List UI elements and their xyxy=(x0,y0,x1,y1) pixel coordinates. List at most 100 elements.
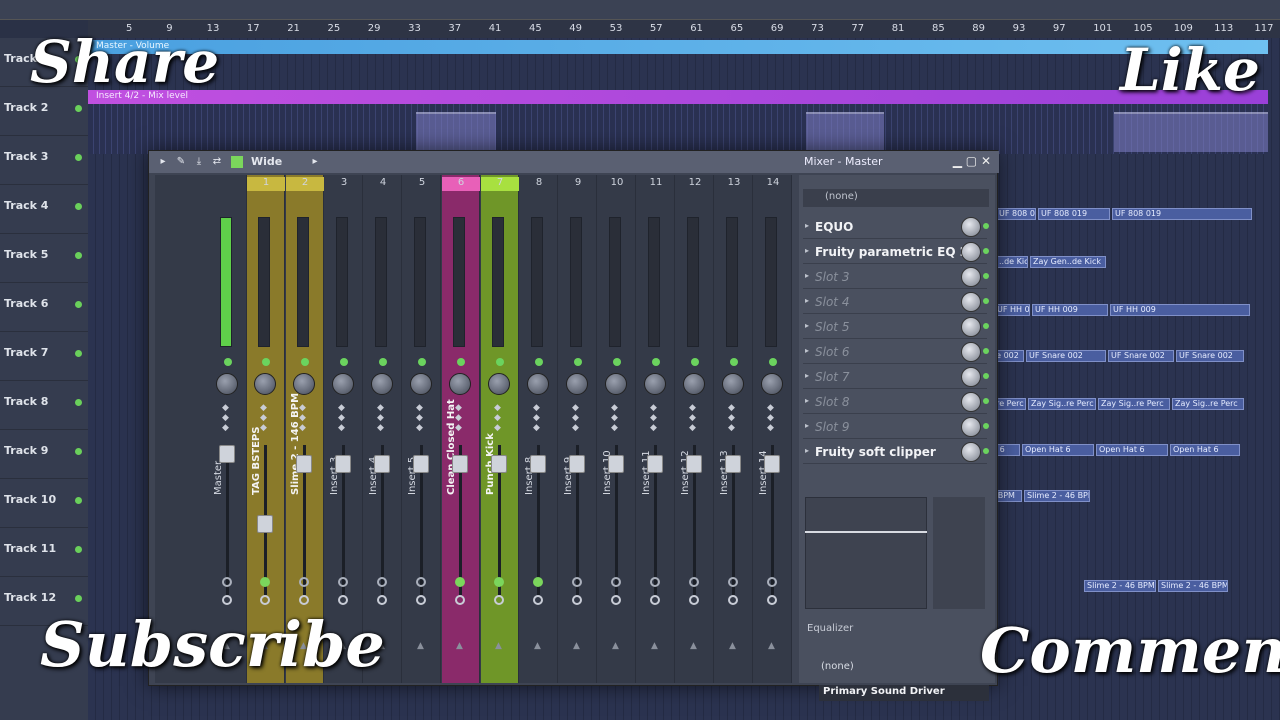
eq-faders[interactable] xyxy=(933,497,985,609)
output-driver-select[interactable]: Primary Sound Driver xyxy=(819,685,989,701)
slot-enable-icon[interactable] xyxy=(983,373,989,379)
fx-slot[interactable]: ▸ Slot 9 xyxy=(803,415,989,439)
mute-led-icon[interactable] xyxy=(769,358,777,366)
pan-knob[interactable] xyxy=(644,373,666,395)
stereo-separation-icon[interactable]: ◆ ◆ ◆ xyxy=(650,403,657,433)
chevron-up-icon[interactable]: ▲ xyxy=(768,641,775,651)
slot-menu-icon[interactable]: ▸ xyxy=(805,321,809,330)
slot-enable-icon[interactable] xyxy=(983,273,989,279)
stereo-separation-icon[interactable]: ◆ ◆ ◆ xyxy=(416,403,423,433)
solo-icon[interactable] xyxy=(689,595,699,605)
mute-led-icon[interactable] xyxy=(652,358,660,366)
pattern-clip[interactable]: ..de Kick xyxy=(996,256,1028,268)
mix-level-knob[interactable] xyxy=(961,417,981,437)
route-to-master-icon[interactable] xyxy=(455,577,465,587)
fx-slot[interactable]: ▸ Fruity soft clipper xyxy=(803,440,989,464)
mixer-strip-insert-14[interactable]: 14 Insert 14 ◆ ◆ ◆ ▲ xyxy=(754,175,792,683)
slot-menu-icon[interactable]: ▸ xyxy=(805,371,809,380)
mute-led-icon[interactable] xyxy=(574,358,582,366)
mute-led-icon[interactable] xyxy=(340,358,348,366)
pan-knob[interactable] xyxy=(449,373,471,395)
pattern-clip[interactable]: UF 808 019 xyxy=(1112,208,1252,220)
window-controls[interactable]: ▁ ▢ ✕ xyxy=(953,154,991,168)
mixer-strip-insert-1[interactable]: 1 TAG BSTEPS ◆ ◆ ◆ ▲ xyxy=(247,175,285,683)
pattern-clip[interactable]: Zay Sig..re Perc xyxy=(1098,398,1170,410)
route-to-master-icon[interactable] xyxy=(338,577,348,587)
chevron-up-icon[interactable]: ▲ xyxy=(534,641,541,651)
slot-menu-icon[interactable]: ▸ xyxy=(805,246,809,255)
solo-icon[interactable] xyxy=(611,595,621,605)
volume-fader[interactable] xyxy=(764,455,780,473)
volume-fader[interactable] xyxy=(530,455,546,473)
slot-enable-icon[interactable] xyxy=(983,323,989,329)
mute-led-icon[interactable] xyxy=(535,358,543,366)
chevron-up-icon[interactable]: ▲ xyxy=(651,641,658,651)
slot-menu-icon[interactable]: ▸ xyxy=(805,221,809,230)
solo-icon[interactable] xyxy=(650,595,660,605)
fx-input-select[interactable]: (none) xyxy=(803,189,989,207)
pattern-clip[interactable]: Zay Sig..re Perc xyxy=(1028,398,1096,410)
slot-menu-icon[interactable]: ▸ xyxy=(805,346,809,355)
stereo-separation-icon[interactable]: ◆ ◆ ◆ xyxy=(533,403,540,433)
volume-fader[interactable] xyxy=(374,455,390,473)
track-led-icon[interactable] xyxy=(75,350,82,357)
pattern-clip[interactable]: UF Snare 002 xyxy=(1026,350,1106,362)
track-led-icon[interactable] xyxy=(75,497,82,504)
tool-icon[interactable]: ✎ xyxy=(175,156,187,168)
volume-fader[interactable] xyxy=(335,455,351,473)
mixer-strip-insert-7[interactable]: 7 Punch Kick ◆ ◆ ◆ ▲ xyxy=(481,175,519,683)
route-to-master-icon[interactable] xyxy=(533,577,543,587)
audio-clip[interactable]: Slime 2 - 46 BPM xyxy=(1158,580,1228,592)
mixer-strip-insert-10[interactable]: 10 Insert 10 ◆ ◆ ◆ ▲ xyxy=(598,175,636,683)
mix-level-knob[interactable] xyxy=(961,392,981,412)
track-header[interactable]: Track 4 xyxy=(0,185,88,234)
mix-level-knob[interactable] xyxy=(961,342,981,362)
pattern-clip[interactable]: UF Snare 002 xyxy=(1176,350,1244,362)
view-mode-icon[interactable] xyxy=(231,156,243,168)
pattern-clip[interactable]: Open Hat 6 xyxy=(1022,444,1094,456)
track-header[interactable]: Track 10 xyxy=(0,479,88,528)
pan-knob[interactable] xyxy=(683,373,705,395)
route-to-master-icon[interactable] xyxy=(767,577,777,587)
chevron-right-icon[interactable]: ▸ xyxy=(309,156,321,168)
route-to-master-icon[interactable] xyxy=(494,577,504,587)
volume-fader[interactable] xyxy=(608,455,624,473)
pan-knob[interactable] xyxy=(371,373,393,395)
track-header[interactable]: Track 5 xyxy=(0,234,88,283)
pan-knob[interactable] xyxy=(216,373,238,395)
automation-clip-master-volume[interactable]: Master - Volume xyxy=(88,40,1268,54)
route-to-master-icon[interactable] xyxy=(416,577,426,587)
chevron-up-icon[interactable]: ▲ xyxy=(417,641,424,651)
mute-led-icon[interactable] xyxy=(301,358,309,366)
solo-icon[interactable] xyxy=(338,595,348,605)
stereo-separation-icon[interactable]: ◆ ◆ ◆ xyxy=(494,403,501,433)
route-to-master-icon[interactable] xyxy=(222,577,232,587)
solo-icon[interactable] xyxy=(494,595,504,605)
mix-level-knob[interactable] xyxy=(961,317,981,337)
route-to-master-icon[interactable] xyxy=(611,577,621,587)
slot-enable-icon[interactable] xyxy=(983,398,989,404)
slot-menu-icon[interactable]: ▸ xyxy=(805,421,809,430)
route-to-master-icon[interactable] xyxy=(572,577,582,587)
volume-fader[interactable] xyxy=(296,455,312,473)
output-select[interactable]: (none) xyxy=(821,661,854,672)
fx-slot[interactable]: ▸ Slot 6 xyxy=(803,340,989,364)
mute-led-icon[interactable] xyxy=(496,358,504,366)
slot-enable-icon[interactable] xyxy=(983,248,989,254)
pattern-clip[interactable]: Open Hat 6 xyxy=(1170,444,1240,456)
volume-fader[interactable] xyxy=(725,455,741,473)
fx-slot[interactable]: ▸ Slot 5 xyxy=(803,315,989,339)
mix-level-knob[interactable] xyxy=(961,442,981,462)
pan-knob[interactable] xyxy=(293,373,315,395)
track-led-icon[interactable] xyxy=(75,399,82,406)
volume-fader[interactable] xyxy=(219,445,235,463)
slot-enable-icon[interactable] xyxy=(983,223,989,229)
pan-knob[interactable] xyxy=(254,373,276,395)
mixer-strip-master[interactable]: Master ◆ ◆ ◆ ▲ xyxy=(209,175,247,683)
arrow-right-icon[interactable]: ▸ xyxy=(157,156,169,168)
timeline-ruler[interactable]: 5 9 13 17 21 25 29 33 37 41 45 49 53 57 61 65 69 73 77 81 85… xyxy=(88,20,1280,38)
fx-slot[interactable]: ▸ Slot 8 xyxy=(803,390,989,414)
mixer-strip-insert-4[interactable]: 4 Insert 4 ◆ ◆ ◆ ▲ xyxy=(364,175,402,683)
mixer-strip-insert-5[interactable]: 5 Insert 5 ◆ ◆ ◆ ▲ xyxy=(403,175,441,683)
mixer-strip-insert-9[interactable]: 9 Insert 9 ◆ ◆ ◆ ▲ xyxy=(559,175,597,683)
